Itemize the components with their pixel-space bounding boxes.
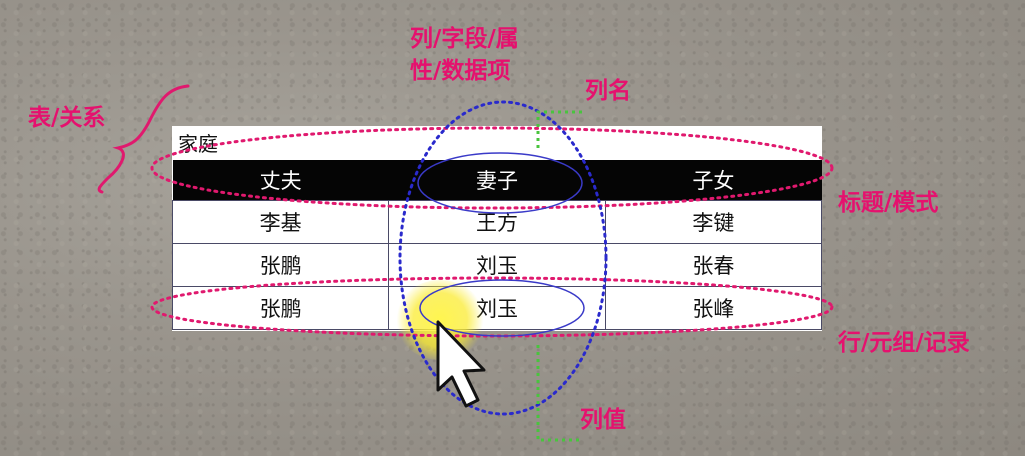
header-cell: 丈夫 bbox=[172, 160, 389, 201]
table-row: 张鹏 刘玉 张峰 bbox=[171, 286, 823, 330]
table-cell: 张鹏 bbox=[171, 286, 390, 330]
label-column-value: 列值 bbox=[580, 407, 626, 433]
table-row: 李基 王方 李键 bbox=[171, 200, 823, 244]
relation-table: 家庭 丈夫 妻子 子女 李基 王方 李键 张鹏 刘玉 张春 张鹏 刘玉 张峰 bbox=[171, 126, 823, 331]
label-header-schema: 标题/模式 bbox=[838, 190, 939, 216]
table-cell: 王方 bbox=[388, 200, 606, 244]
table-cell: 张峰 bbox=[604, 286, 823, 330]
cursor-highlight bbox=[395, 280, 485, 360]
header-cell: 妻子 bbox=[388, 160, 606, 201]
table-cell: 李键 bbox=[604, 200, 823, 244]
table-cell: 刘玉 bbox=[388, 243, 606, 287]
table-cell: 张春 bbox=[604, 243, 823, 287]
label-column-field-attr-1: 列/字段/属 bbox=[410, 26, 519, 52]
header-cell: 子女 bbox=[605, 160, 822, 201]
label-column-name: 列名 bbox=[585, 78, 631, 104]
label-column-field-attr-2: 性/数据项 bbox=[410, 58, 511, 84]
table-title: 家庭 bbox=[178, 132, 218, 156]
label-table-relation: 表/关系 bbox=[28, 105, 106, 131]
table-row: 张鹏 刘玉 张春 bbox=[171, 243, 823, 287]
table-grid: 丈夫 妻子 子女 李基 王方 李键 张鹏 刘玉 张春 张鹏 刘玉 张峰 bbox=[171, 160, 823, 330]
label-row-tuple-record: 行/元组/记录 bbox=[838, 330, 970, 356]
table-cell: 李基 bbox=[171, 200, 390, 244]
table-cell: 张鹏 bbox=[171, 243, 390, 287]
header-row: 丈夫 妻子 子女 bbox=[172, 160, 822, 201]
